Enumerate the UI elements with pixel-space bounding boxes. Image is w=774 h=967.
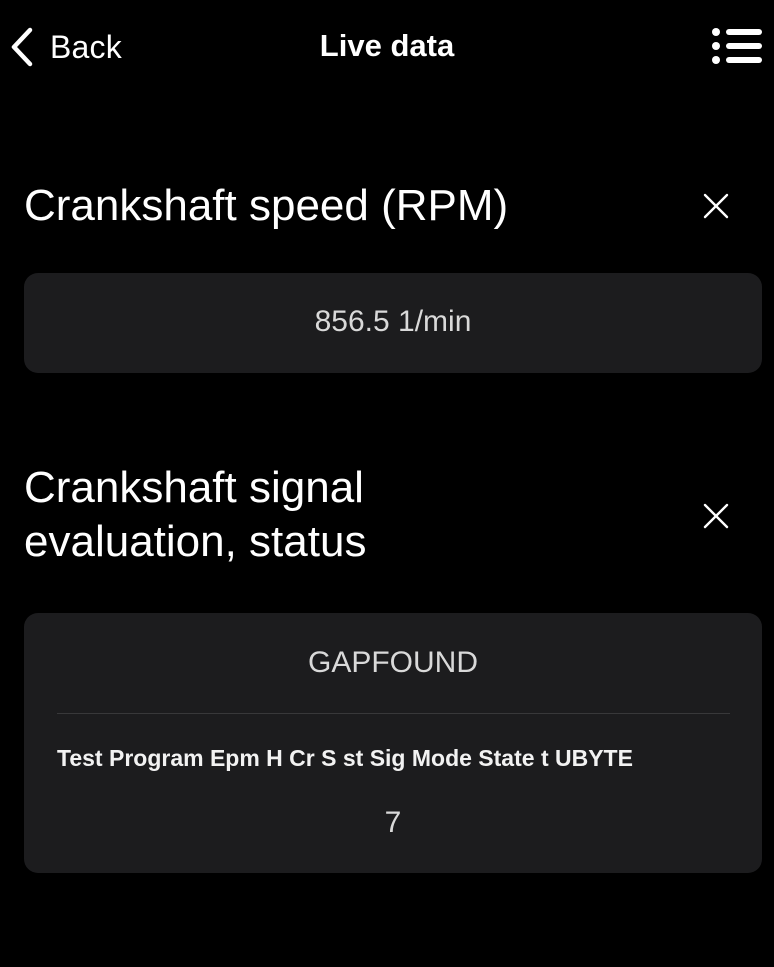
parameter-value-card: GAPFOUND Test Program Epm H Cr S st Sig …	[24, 613, 762, 873]
parameter-value: GAPFOUND	[307, 646, 478, 679]
page-title: Live data	[319, 28, 455, 63]
parameter-detail-value: 7	[384, 806, 402, 839]
remove-parameter-button[interactable]	[692, 492, 740, 540]
menu-button[interactable]	[704, 20, 766, 72]
parameter-detail-label: Test Program Epm H Cr S st Sig Mode Stat…	[57, 745, 633, 771]
close-icon	[703, 193, 729, 219]
list-icon	[712, 28, 762, 64]
parameter-title-rpm: Crankshaft speed (RPM)	[24, 181, 509, 230]
parameter-value: 856.5 1/min	[314, 305, 472, 338]
navigation-bar: Back Live data	[0, 0, 774, 96]
parameter-value-card: 856.5 1/min	[24, 273, 762, 373]
remove-parameter-button[interactable]	[692, 182, 740, 230]
parameter-title-line: evaluation, status	[24, 517, 367, 566]
parameter-title-signal-status: Crankshaft signal evaluation, status	[24, 461, 664, 569]
card-divider	[57, 713, 730, 714]
close-icon	[703, 503, 729, 529]
parameter-title-line: Crankshaft signal	[24, 463, 364, 512]
